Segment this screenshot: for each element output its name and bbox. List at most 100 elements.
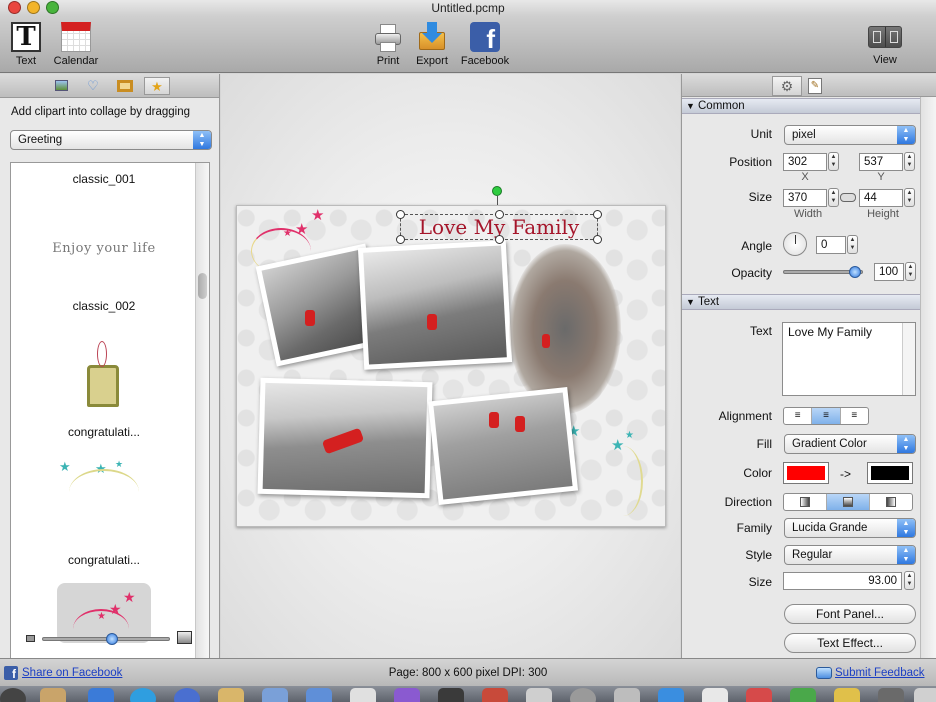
text-content-textarea[interactable]: Love My Family: [782, 322, 916, 396]
position-y-input[interactable]: 537: [859, 153, 903, 171]
dock-app-icon[interactable]: [130, 688, 156, 702]
export-button[interactable]: Export: [412, 22, 452, 67]
height-stepper[interactable]: ▲ ▼: [904, 188, 915, 207]
dock-app-icon[interactable]: [834, 688, 860, 702]
gradient-horizontal-icon[interactable]: [784, 494, 827, 510]
dock-app-icon[interactable]: [790, 688, 816, 702]
gift-tag-clip-icon[interactable]: [87, 365, 119, 407]
dock-app-icon[interactable]: [702, 688, 728, 702]
resize-handle[interactable]: [495, 235, 504, 244]
frame-tab-icon[interactable]: [112, 77, 138, 95]
clipart-category-select[interactable]: Greeting ▲ ▼: [10, 130, 212, 150]
gradient-vertical-icon[interactable]: [827, 494, 870, 510]
properties-scrollbar[interactable]: [920, 97, 936, 658]
angle-input[interactable]: 0: [816, 236, 846, 254]
align-center-icon[interactable]: ≡: [812, 408, 841, 424]
close-window-button[interactable]: [8, 1, 21, 14]
font-panel-button[interactable]: Font Panel...: [784, 604, 916, 624]
dock-app-icon[interactable]: [658, 688, 684, 702]
resize-handle[interactable]: [593, 235, 602, 244]
clip-preview-enjoy-your-life[interactable]: Enjoy your life: [11, 241, 197, 256]
fill-select[interactable]: Gradient Color ▲ ▼: [784, 434, 916, 454]
dock-app-icon[interactable]: [350, 688, 376, 702]
font-size-stepper[interactable]: ▲ ▼: [904, 571, 915, 590]
collage-page[interactable]: ★ ★ ★ ★ ★ ★ Love My Family: [236, 205, 666, 527]
resize-handle[interactable]: [593, 210, 602, 219]
dock-app-icon[interactable]: [174, 688, 200, 702]
resize-handle[interactable]: [495, 210, 504, 219]
minimize-window-button[interactable]: [27, 1, 40, 14]
collage-photo[interactable]: [427, 386, 579, 506]
opacity-stepper[interactable]: ▲ ▼: [905, 262, 916, 281]
opacity-input[interactable]: 100: [874, 263, 904, 281]
textarea-scrollbar[interactable]: [902, 323, 915, 395]
gradient-reverse-icon[interactable]: [870, 494, 912, 510]
dock-app-icon[interactable]: [482, 688, 508, 702]
resize-handle[interactable]: [396, 235, 405, 244]
dock-app-icon[interactable]: [88, 688, 114, 702]
font-size-input[interactable]: 93.00: [783, 572, 902, 590]
position-x-stepper[interactable]: ▲ ▼: [828, 152, 839, 171]
star-clipart-tab-icon[interactable]: ★: [144, 77, 170, 95]
thumbnail-size-slider[interactable]: [42, 633, 170, 645]
opacity-slider[interactable]: [783, 266, 863, 278]
font-family-select[interactable]: Lucida Grande ▲ ▼: [784, 518, 916, 538]
dock-app-icon[interactable]: [40, 688, 66, 702]
width-stepper[interactable]: ▲ ▼: [828, 188, 839, 207]
clipart-scrollbar[interactable]: ▲ ▼: [195, 163, 209, 693]
print-button[interactable]: Print: [370, 22, 406, 67]
alignment-segmented-control[interactable]: ≡ ≡ ≡: [783, 407, 869, 425]
dock-app-icon[interactable]: [262, 688, 288, 702]
dock-app-icon[interactable]: [0, 688, 26, 702]
dock-app-icon[interactable]: [914, 688, 936, 702]
submit-feedback-link[interactable]: Submit Feedback: [835, 659, 925, 687]
gradient-end-color-well[interactable]: [867, 462, 913, 484]
width-input[interactable]: 370: [783, 189, 827, 207]
teal-stars-decoration[interactable]: ★ ★ ★: [567, 422, 657, 516]
align-left-icon[interactable]: ≡: [784, 408, 813, 424]
height-input[interactable]: 44: [859, 189, 903, 207]
image-tab-icon[interactable]: [48, 77, 74, 95]
red-stars-clip-selected[interactable]: ★ ★ ★: [57, 583, 151, 643]
title-text-box[interactable]: Love My Family: [396, 210, 602, 244]
view-toggle[interactable]: [868, 26, 902, 48]
heart-shape-tab-icon[interactable]: ♡: [80, 77, 106, 95]
text-effect-button[interactable]: Text Effect...: [784, 633, 916, 653]
text-tool-button[interactable]: T Text: [6, 22, 46, 67]
dock-app-icon[interactable]: [526, 688, 552, 702]
gear-icon[interactable]: ⚙: [772, 76, 802, 96]
opacity-slider-knob[interactable]: [849, 266, 861, 278]
facebook-button[interactable]: f Facebook: [458, 22, 512, 67]
clipart-list[interactable]: classic_001 Enjoy your life classic_002 …: [10, 162, 210, 694]
dock-app-icon[interactable]: [394, 688, 420, 702]
dock-app-icon[interactable]: [614, 688, 640, 702]
link-chain-icon[interactable]: [840, 193, 856, 202]
collage-photo[interactable]: [357, 240, 513, 370]
dock-app-icon[interactable]: [746, 688, 772, 702]
calendar-tool-button[interactable]: Calendar: [50, 22, 102, 67]
zoom-window-button[interactable]: [46, 1, 59, 14]
dock-app-icon[interactable]: [570, 688, 596, 702]
resize-handle[interactable]: [396, 210, 405, 219]
position-y-stepper[interactable]: ▲ ▼: [904, 152, 915, 171]
dock-app-icon[interactable]: [306, 688, 332, 702]
dock-app-icon[interactable]: [438, 688, 464, 702]
gradient-start-color-well[interactable]: [783, 462, 829, 484]
clipart-scroll-thumb[interactable]: [198, 273, 207, 299]
left-panel-toggle-icon[interactable]: [869, 27, 886, 47]
dock-app-icon[interactable]: [218, 688, 244, 702]
edit-note-icon[interactable]: ✎: [808, 78, 822, 94]
teal-stars-clip-icon[interactable]: ★ ★ ★: [59, 459, 149, 519]
font-style-select[interactable]: Regular ▲ ▼: [784, 545, 916, 565]
rotate-handle[interactable]: [492, 186, 502, 196]
align-right-icon[interactable]: ≡: [841, 408, 868, 424]
angle-stepper[interactable]: ▲ ▼: [847, 235, 858, 254]
direction-segmented-control[interactable]: [783, 493, 913, 511]
right-panel-toggle-icon[interactable]: [886, 27, 902, 47]
position-x-input[interactable]: 302: [783, 153, 827, 171]
share-on-facebook-link[interactable]: Share on Facebook: [22, 659, 122, 687]
angle-dial[interactable]: [783, 232, 807, 256]
unit-select[interactable]: pixel ▲ ▼: [784, 125, 916, 145]
dock-app-icon[interactable]: [878, 688, 904, 702]
text-section-header[interactable]: ▼ Text: [682, 294, 920, 310]
